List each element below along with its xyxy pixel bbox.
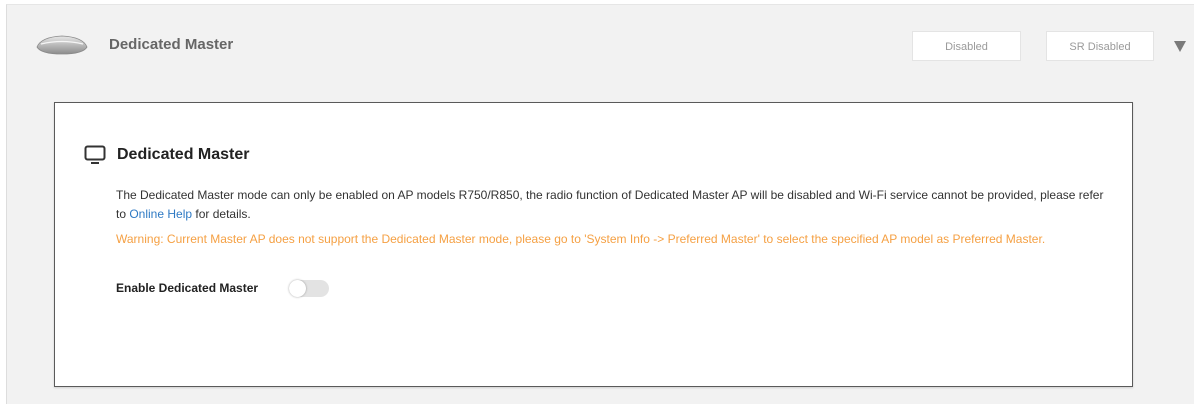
card-title: Dedicated Master [117,146,250,163]
enable-dedicated-master-toggle[interactable] [289,280,329,297]
description-text: The Dedicated Master mode can only be en… [116,186,1106,224]
description-before-link: The Dedicated Master mode can only be en… [116,188,1104,221]
chevron-down-icon[interactable] [1174,41,1186,52]
toggle-knob [289,280,306,297]
description-after-link: for details. [192,207,251,221]
monitor-icon [84,145,106,164]
enable-dedicated-master-label: Enable Dedicated Master [116,281,259,295]
panel-header[interactable]: Dedicated Master Disabled SR Disabled [7,5,1194,85]
panel-title: Dedicated Master [109,36,234,53]
dedicated-master-panel: Dedicated Master Disabled SR Disabled De… [6,4,1194,404]
status-badge-disabled: Disabled [912,31,1021,61]
dedicated-master-card: Dedicated Master The Dedicated Master mo… [54,102,1133,387]
access-point-icon [36,35,88,55]
warning-text: Warning: Current Master AP does not supp… [116,232,1046,246]
status-badge-sr-disabled: SR Disabled [1046,31,1154,61]
online-help-link[interactable]: Online Help [129,207,192,221]
